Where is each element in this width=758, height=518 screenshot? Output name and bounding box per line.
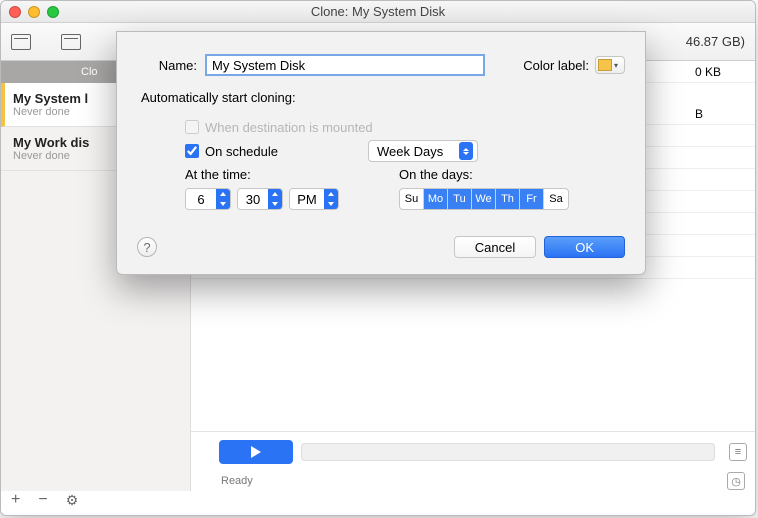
on-schedule-label: On schedule bbox=[205, 144, 278, 159]
time-label: At the time: bbox=[185, 167, 339, 182]
day-tu[interactable]: Tu bbox=[448, 189, 472, 209]
color-swatch-icon bbox=[598, 59, 612, 71]
settings-gear-icon[interactable]: ⚙ bbox=[66, 492, 79, 509]
titlebar: Clone: My System Disk bbox=[1, 1, 755, 23]
bottom-left-controls: + − ⚙ bbox=[11, 491, 78, 509]
when-mounted-label: When destination is mounted bbox=[205, 120, 373, 135]
name-input[interactable] bbox=[205, 54, 485, 76]
add-button[interactable]: + bbox=[11, 491, 20, 509]
color-select[interactable]: ▾ bbox=[595, 56, 625, 74]
column-extra-size: 0 KB bbox=[695, 65, 755, 79]
option-when-mounted: When destination is mounted bbox=[185, 115, 625, 139]
minute-stepper[interactable] bbox=[237, 188, 283, 210]
day-mo[interactable]: Mo bbox=[424, 189, 448, 209]
traffic-lights bbox=[9, 6, 59, 18]
status-text: Ready bbox=[221, 475, 253, 487]
app-window: Clone: My System Disk 46.87 GB) Clo My S… bbox=[0, 0, 756, 516]
minute-input[interactable] bbox=[238, 189, 268, 209]
checkbox-on-schedule[interactable] bbox=[185, 144, 199, 158]
day-fr[interactable]: Fr bbox=[520, 189, 544, 209]
ok-button[interactable]: OK bbox=[544, 236, 625, 258]
dropdown-arrows-icon bbox=[459, 142, 473, 160]
day-th[interactable]: Th bbox=[496, 189, 520, 209]
play-icon bbox=[251, 446, 261, 458]
progress-bar bbox=[301, 443, 715, 461]
start-clone-button[interactable] bbox=[219, 440, 293, 464]
days-label: On the days: bbox=[399, 167, 569, 182]
day-sa[interactable]: Sa bbox=[544, 189, 568, 209]
schedule-icon[interactable]: ◷ bbox=[727, 472, 745, 490]
hour-input[interactable] bbox=[186, 189, 216, 209]
help-button[interactable]: ? bbox=[137, 237, 157, 257]
schedule-mode-select[interactable]: Week Days bbox=[368, 140, 478, 162]
cancel-button[interactable]: Cancel bbox=[454, 236, 536, 258]
day-we[interactable]: We bbox=[472, 189, 496, 209]
footer: ≡ bbox=[191, 431, 755, 471]
window-title: Clone: My System Disk bbox=[311, 4, 445, 19]
schedule-sheet: Name: Color label: ▾ Automatically start… bbox=[116, 31, 646, 275]
day-picker[interactable]: SuMoTuWeThFrSa bbox=[399, 188, 569, 210]
day-su[interactable]: Su bbox=[400, 189, 424, 209]
disk-size-label: 46.87 GB) bbox=[686, 34, 745, 49]
close-window-button[interactable] bbox=[9, 6, 21, 18]
auto-start-title: Automatically start cloning: bbox=[141, 90, 625, 105]
color-label: Color label: bbox=[523, 58, 589, 73]
column-extra-letter: B bbox=[695, 107, 755, 121]
zoom-window-button[interactable] bbox=[47, 6, 59, 18]
toolbar-source-icon[interactable] bbox=[11, 34, 31, 50]
chevron-down-icon: ▾ bbox=[614, 61, 618, 70]
schedule-mode-value: Week Days bbox=[377, 144, 443, 159]
remove-button[interactable]: − bbox=[38, 491, 47, 509]
hour-stepper[interactable] bbox=[185, 188, 231, 210]
minimize-window-button[interactable] bbox=[28, 6, 40, 18]
checkbox-when-mounted bbox=[185, 120, 199, 134]
ampm-stepper[interactable] bbox=[289, 188, 339, 210]
log-icon[interactable]: ≡ bbox=[729, 443, 747, 461]
name-label: Name: bbox=[137, 58, 197, 73]
ampm-input[interactable] bbox=[290, 189, 324, 209]
toolbar-destination-icon[interactable] bbox=[61, 34, 81, 50]
